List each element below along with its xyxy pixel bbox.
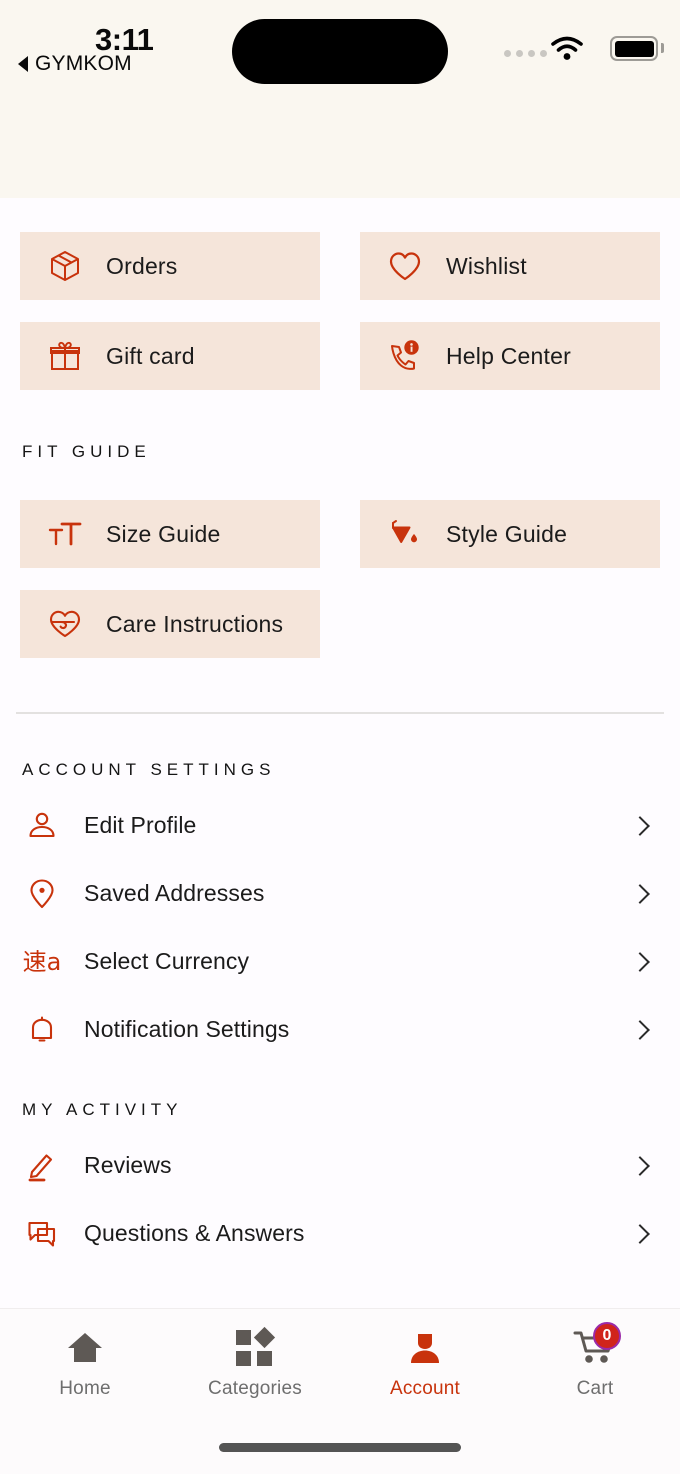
account-scroll-content[interactable]: Orders Wishlist Gift card Help Center FI… xyxy=(0,198,680,1308)
fit-guide-label: Size Guide xyxy=(106,520,221,547)
status-bar: 3:11 GYMKOM xyxy=(0,0,680,198)
pencil-icon xyxy=(22,1146,62,1186)
bottom-tab-bar: Home Categories Account 0 Cart xyxy=(0,1308,680,1474)
list-item-label: Notification Settings xyxy=(84,1016,290,1042)
chevron-right-icon xyxy=(630,951,650,972)
fit-guide-label: Style Guide xyxy=(446,520,568,547)
paint-bucket-icon xyxy=(386,515,424,553)
translate-icon: 速a xyxy=(22,942,62,982)
quick-action-label: Orders xyxy=(106,252,178,279)
quick-action-label: Wishlist xyxy=(446,252,527,279)
quick-action-orders[interactable]: Orders xyxy=(20,232,320,300)
list-item-select-currency[interactable]: 速a Select Currency xyxy=(0,928,680,996)
back-triangle-icon xyxy=(18,56,28,72)
quick-action-label: Help Center xyxy=(446,342,571,369)
fit-guide-label: Care Instructions xyxy=(106,610,284,637)
fit-guide-style-guide[interactable]: Style Guide xyxy=(360,500,660,568)
fit-guide-grid: Size Guide Style Guide Care Instructions xyxy=(0,472,680,658)
person-icon xyxy=(403,1328,447,1368)
list-item-questions-answers[interactable]: Questions & Answers xyxy=(0,1200,680,1268)
quick-action-wishlist[interactable]: Wishlist xyxy=(360,232,660,300)
account-settings-list: Edit Profile Saved Addresses 速a Select C… xyxy=(0,792,680,1064)
chevron-right-icon xyxy=(630,1019,650,1040)
list-item-label: Saved Addresses xyxy=(84,880,265,906)
battery-icon xyxy=(610,36,658,61)
tab-cart[interactable]: 0 Cart xyxy=(510,1309,680,1419)
fit-guide-care-instructions[interactable]: Care Instructions xyxy=(20,590,320,658)
tab-label: Categories xyxy=(208,1378,302,1399)
battery-cap-icon xyxy=(661,43,664,53)
location-pin-icon xyxy=(22,874,62,914)
back-to-app-button[interactable]: GYMKOM xyxy=(18,52,132,76)
chevron-right-icon xyxy=(630,1155,650,1176)
quick-action-gift-card[interactable]: Gift card xyxy=(20,322,320,390)
list-item-label: Edit Profile xyxy=(84,812,197,838)
chevron-right-icon xyxy=(630,883,650,904)
wifi-icon xyxy=(550,36,584,67)
list-item-notification-settings[interactable]: Notification Settings xyxy=(0,996,680,1064)
home-icon xyxy=(63,1328,107,1368)
text-size-icon xyxy=(46,515,84,553)
gift-icon xyxy=(46,337,84,375)
categories-icon xyxy=(233,1326,277,1368)
list-item-edit-profile[interactable]: Edit Profile xyxy=(0,792,680,860)
translate-glyph: 速a xyxy=(22,947,62,976)
cart-badge: 0 xyxy=(593,1322,621,1350)
cart-icon: 0 xyxy=(573,1322,621,1368)
user-icon xyxy=(22,806,62,846)
phone-info-icon xyxy=(386,337,424,375)
home-indicator[interactable] xyxy=(219,1443,461,1452)
heart-wash-icon xyxy=(46,605,84,643)
box-icon xyxy=(46,247,84,285)
list-item-label: Questions & Answers xyxy=(84,1220,305,1246)
my-activity-section-title: MY ACTIVITY xyxy=(22,1099,183,1119)
chevron-right-icon xyxy=(630,1223,650,1244)
signal-dots-icon xyxy=(504,50,547,57)
quick-action-help-center[interactable]: Help Center xyxy=(360,322,660,390)
chat-bubbles-icon xyxy=(22,1214,62,1254)
bell-icon xyxy=(22,1010,62,1050)
fit-guide-section-title: FIT GUIDE xyxy=(22,442,151,461)
back-app-label: GYMKOM xyxy=(35,52,132,75)
quick-actions-grid: Orders Wishlist Gift card Help Center xyxy=(0,198,680,390)
list-item-saved-addresses[interactable]: Saved Addresses xyxy=(0,860,680,928)
my-activity-list: Reviews Questions & Answers xyxy=(0,1132,680,1268)
chevron-right-icon xyxy=(630,815,650,836)
tab-label: Home xyxy=(59,1378,111,1399)
quick-action-label: Gift card xyxy=(106,342,195,369)
account-settings-section-title: ACCOUNT SETTINGS xyxy=(22,759,276,779)
tab-label: Cart xyxy=(576,1378,614,1399)
list-item-reviews[interactable]: Reviews xyxy=(0,1132,680,1200)
tab-label: Account xyxy=(389,1378,461,1399)
list-item-label: Select Currency xyxy=(84,948,250,974)
tab-categories[interactable]: Categories xyxy=(170,1309,340,1419)
heart-icon xyxy=(386,247,424,285)
tab-account[interactable]: Account xyxy=(340,1309,510,1419)
fit-guide-size-guide[interactable]: Size Guide xyxy=(20,500,320,568)
list-item-label: Reviews xyxy=(84,1152,172,1178)
tab-home[interactable]: Home xyxy=(0,1309,170,1419)
dynamic-island xyxy=(232,19,448,84)
